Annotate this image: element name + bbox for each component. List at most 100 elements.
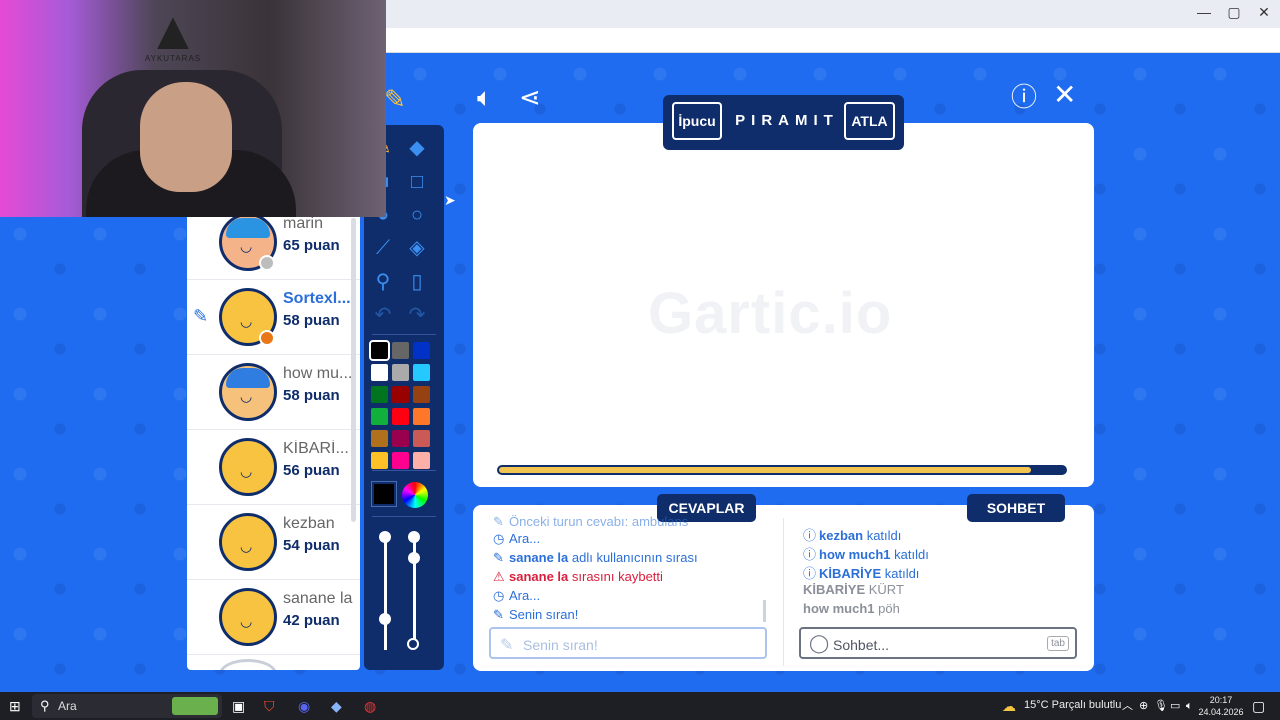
message-text: pöh (874, 601, 900, 616)
clock-time[interactable]: 20:17 (1204, 695, 1238, 705)
player-name: how mu... (283, 365, 353, 382)
avatar-face-icon: ◡ (240, 463, 253, 479)
rect-tool-icon[interactable]: □ (400, 166, 434, 198)
palette-swatch[interactable] (371, 408, 388, 425)
redo-tool-icon[interactable]: ↷ (400, 299, 434, 331)
palette-swatch[interactable] (392, 430, 409, 447)
clear-tool-icon[interactable]: ▯ (400, 266, 434, 298)
palette-swatch[interactable] (371, 430, 388, 447)
tray-chevron-icon[interactable]: ︿ (1122, 698, 1133, 714)
player-score: 65 puan (283, 237, 340, 254)
player-row[interactable]: ◡ sanane la 42 puan (187, 580, 360, 655)
weather-text: 15°C Parçalı bulutlu (1024, 699, 1122, 711)
player-score: 56 puan (283, 462, 340, 479)
chat-input-placeholder: Sohbet... (833, 637, 890, 653)
hint-button[interactable]: İpucu (672, 102, 722, 140)
fill-tool-icon[interactable]: ◈ (400, 232, 434, 264)
palette-swatch[interactable] (369, 340, 390, 361)
message-user: sanane la (509, 569, 569, 584)
palette-swatch[interactable] (371, 364, 388, 381)
sound-icon[interactable]: 🔈︎ (477, 84, 493, 110)
player-row[interactable]: ◡ ✎ Sortexl... 58 puan (187, 280, 360, 355)
palette-swatch[interactable] (413, 430, 430, 447)
info-icon: ⓘ (803, 566, 817, 581)
answer-input[interactable]: ✎ Senin sıran! (489, 627, 767, 659)
opacity-indicator (407, 638, 419, 650)
player-score: 42 puan (283, 612, 340, 629)
eyedropper-tool-icon[interactable]: ⚲ (366, 266, 400, 298)
brave-taskbar-icon[interactable]: ⛉ (264, 698, 275, 714)
slider-divider (372, 516, 436, 517)
chat-header[interactable]: SOHBET (967, 494, 1065, 522)
current-color[interactable] (371, 481, 397, 507)
opacity-slider-top-knob[interactable] (408, 531, 420, 543)
pencil-icon: ✎ (493, 607, 504, 622)
size-slider[interactable] (384, 540, 387, 650)
palette-swatch[interactable] (371, 452, 388, 469)
webcam-person-head (140, 82, 232, 192)
streamer-logo-text: AYKUTARAS (144, 54, 202, 63)
palette-swatch[interactable] (413, 364, 430, 381)
app-taskbar-icon[interactable]: ◆ (331, 698, 342, 714)
clock-date[interactable]: 24.04.2026 (1198, 707, 1244, 717)
palette-divider (372, 470, 436, 471)
palette-swatch[interactable] (392, 408, 409, 425)
discord-taskbar-icon[interactable]: ◉ (298, 698, 310, 714)
opacity-slider-knob[interactable] (408, 552, 420, 564)
pencil-icon: ✎ (493, 550, 504, 565)
player-row[interactable]: ◡ marin 65 puan (187, 217, 360, 280)
timer-fill (499, 467, 1032, 473)
restore-button[interactable]: ▢ (1224, 4, 1244, 21)
tray-app-icon[interactable]: ⊕ (1139, 698, 1148, 714)
taskbar-search[interactable]: ⚲ Ara (32, 694, 222, 718)
undo-tool-icon[interactable]: ↶ (366, 299, 400, 331)
message-user: KİBARİYE (803, 582, 866, 597)
timer-bar (497, 465, 1067, 475)
palette-swatch[interactable] (413, 452, 430, 469)
line-tool-icon[interactable]: ⟋ (366, 232, 400, 264)
answers-scrollbar[interactable] (763, 600, 766, 622)
palette-swatch[interactable] (413, 342, 430, 359)
info-icon[interactable]: ⓘ (1011, 84, 1037, 110)
palette-swatch[interactable] (413, 408, 430, 425)
size-slider-knob[interactable] (379, 613, 391, 625)
palette-swatch[interactable] (392, 364, 409, 381)
color-wheel[interactable] (402, 482, 428, 508)
palette-swatch[interactable] (392, 342, 409, 359)
chat-message: ⓘ how much1 katıldı (803, 544, 929, 563)
network-icon[interactable]: ▭ (1170, 698, 1180, 714)
palette-swatch[interactable] (392, 386, 409, 403)
player-row[interactable]: ◡ how mu... 58 puan (187, 355, 360, 430)
player-row[interactable]: ◡ kezban 54 puan (187, 505, 360, 580)
avatar-face-icon: ◡ (240, 388, 253, 404)
palette-swatch[interactable] (413, 386, 430, 403)
answers-message: ✎ sanane la adlı kullanıcının sırası (493, 550, 698, 566)
players-scrollbar[interactable] (351, 218, 356, 522)
exit-icon[interactable]: ✕ (1053, 81, 1076, 109)
message-user: how much1 (803, 601, 875, 616)
size-slider-top-knob[interactable] (379, 531, 391, 543)
palette-swatch[interactable] (371, 386, 388, 403)
chat-input[interactable]: ◯ Sohbet... tab (799, 627, 1077, 659)
volume-icon[interactable]: 🔈︎ (1186, 698, 1193, 714)
streamer-logo-icon: ▲ (146, 1, 200, 61)
skip-button[interactable]: ATLA (844, 102, 895, 140)
notifications-icon[interactable]: ▢ (1252, 698, 1265, 714)
players-list: ◡ marin 65 puan ◡ ✎ Sortexl... 58 puan ◡ how mu.… (187, 217, 360, 670)
player-row[interactable]: ◡ KİBARİ... 56 puan (187, 430, 360, 505)
player-status-dot (259, 255, 275, 271)
task-view-icon[interactable]: ▣ (232, 698, 245, 714)
palette-swatch[interactable] (392, 452, 409, 469)
microphone-icon[interactable]: 🎙︎ (1154, 698, 1168, 714)
message-text: katıldı (890, 547, 929, 562)
taskbar: ⊞ ⚲ Ara ▣ ⛉ ◉ ◆ ◍ ☁ 15°C Parçalı bulutlu… (0, 692, 1280, 720)
obs-taskbar-icon[interactable]: ◍ (364, 698, 376, 714)
eraser-tool-icon[interactable]: ◆ (400, 132, 434, 164)
player-name: sanane la (283, 590, 353, 607)
ellipse-tool-icon[interactable]: ○ (400, 199, 434, 231)
close-window-button[interactable]: ✕ (1254, 4, 1274, 21)
windows-start-icon[interactable]: ⊞ (9, 698, 21, 714)
message-text: adlı kullanıcının sırası (568, 550, 698, 565)
share-icon[interactable]: ⋖ (519, 84, 541, 110)
minimize-button[interactable]: — (1194, 4, 1214, 20)
